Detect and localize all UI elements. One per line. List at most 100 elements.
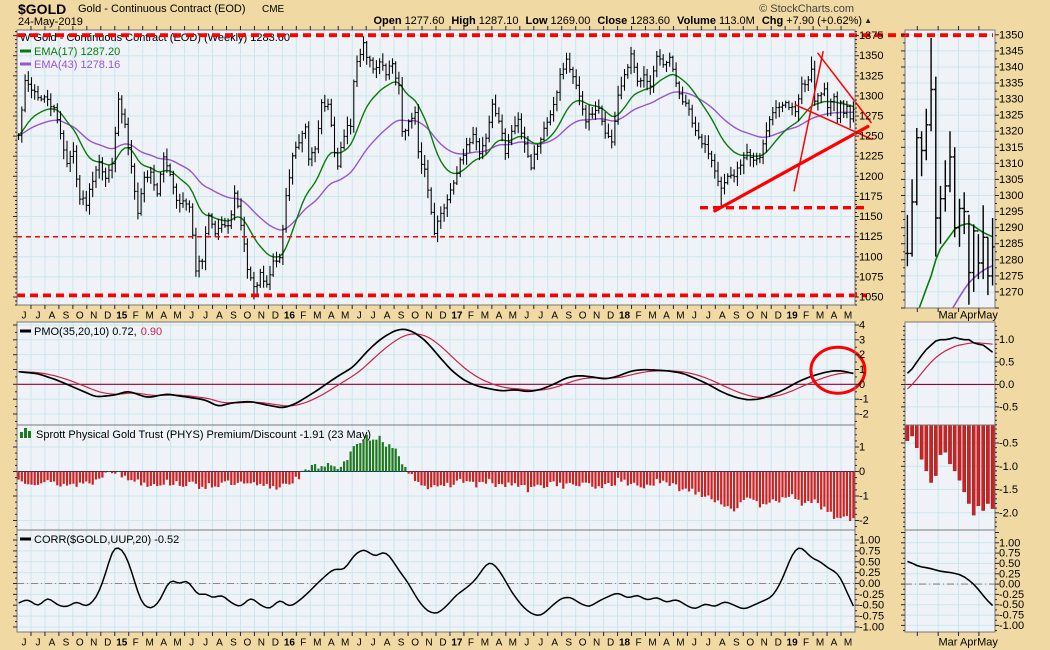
ticker-symbol: $GOLD <box>18 1 67 17</box>
month-label: J <box>203 638 208 649</box>
y-axis-label: 0 <box>859 466 865 478</box>
y-axis-label: 1050 <box>859 292 883 304</box>
month-label: N <box>425 638 432 649</box>
month-label: O <box>244 311 252 322</box>
y-axis-label: 0.5 <box>999 357 1014 369</box>
month-label: M <box>648 638 656 649</box>
month-label: A <box>384 311 391 322</box>
y-axis-label: 1275 <box>999 270 1023 282</box>
month-label: F <box>635 311 641 322</box>
inset-month-label: May <box>977 310 998 322</box>
open-value: 1277.60 <box>404 15 445 27</box>
month-label: D <box>272 638 279 649</box>
y-axis-label: -2 <box>859 409 869 421</box>
month-label: F <box>133 311 139 322</box>
month-label: O <box>746 638 754 649</box>
month-label: A <box>328 638 335 649</box>
close-value: 1283.60 <box>630 15 671 27</box>
ema43-legend: EMA(43) 1278.16 <box>34 59 120 71</box>
y-axis-label: 1305 <box>999 174 1023 186</box>
month-label: A <box>663 638 670 649</box>
y-axis-label: 1150 <box>859 211 883 223</box>
month-label: A <box>160 311 167 322</box>
month-label: S <box>398 311 405 322</box>
panel-bg-corrInset <box>905 530 995 632</box>
month-label: J <box>706 638 711 649</box>
month-label: F <box>300 311 306 322</box>
month-label: A <box>831 311 838 322</box>
month-label: J <box>22 311 27 322</box>
copyright: © StockCharts.com <box>759 3 854 15</box>
high-value: 1287.10 <box>478 15 519 27</box>
y-axis-label: 1335 <box>999 78 1023 90</box>
month-label: M <box>648 311 656 322</box>
month-label: S <box>398 638 405 649</box>
month-label: A <box>328 311 335 322</box>
month-label: J <box>524 311 529 322</box>
month-label: M <box>146 311 154 322</box>
month-label: J <box>692 638 697 649</box>
month-label: 19 <box>787 311 799 322</box>
month-label: N <box>258 311 265 322</box>
corr-legend: CORR($GOLD,UUP,20) -0.52 <box>34 534 179 546</box>
pmo-signal-value: 0.90 <box>141 326 162 338</box>
month-label: N <box>258 638 265 649</box>
y-axis-label: -1.5 <box>999 484 1018 496</box>
month-label: 18 <box>619 311 631 322</box>
y-axis-label: 1315 <box>999 142 1023 154</box>
month-label: A <box>216 638 223 649</box>
y-axis-label: -1.0 <box>999 461 1018 473</box>
y-axis-label: 3 <box>859 334 865 346</box>
month-label: 18 <box>619 638 631 649</box>
month-label: J <box>524 638 529 649</box>
month-label: A <box>496 311 503 322</box>
month-label: F <box>635 638 641 649</box>
y-axis-label: 1350 <box>859 50 883 62</box>
month-label: J <box>706 311 711 322</box>
y-axis-label: 1075 <box>859 271 883 283</box>
month-label: M <box>676 311 684 322</box>
month-label: M <box>509 638 517 649</box>
month-label: N <box>425 311 432 322</box>
month-label: A <box>719 311 726 322</box>
month-label: F <box>133 638 139 649</box>
month-label: F <box>803 638 809 649</box>
month-label: J <box>538 311 543 322</box>
month-label: S <box>63 638 70 649</box>
month-label: S <box>565 311 572 322</box>
month-label: 15 <box>116 638 128 649</box>
y-axis-label: 1175 <box>859 191 883 203</box>
month-label: A <box>551 311 558 322</box>
month-label: J <box>357 638 362 649</box>
month-label: S <box>733 638 740 649</box>
month-label: A <box>551 638 558 649</box>
y-axis-label: 1310 <box>999 158 1023 170</box>
y-axis-label: -2.0 <box>999 507 1018 519</box>
month-label: M <box>509 311 517 322</box>
chart-header: $GOLD Gold - Continuous Contract (EOD) C… <box>0 0 1050 30</box>
y-axis-label: 1280 <box>999 254 1023 266</box>
month-label: D <box>104 638 111 649</box>
month-label: 16 <box>284 311 296 322</box>
month-label: O <box>76 311 84 322</box>
chg-value: +7.90 (+0.62%) <box>786 15 863 27</box>
y-axis-label: 0 <box>859 379 865 391</box>
y-axis-label: 1375 <box>859 30 883 42</box>
month-label: A <box>49 638 56 649</box>
y-axis-label: 1275 <box>859 111 883 123</box>
month-label: D <box>272 311 279 322</box>
month-label: N <box>90 311 97 322</box>
low-value: 1269.00 <box>550 15 591 27</box>
y-axis-label: 1350 <box>999 29 1023 41</box>
y-axis-label: 1225 <box>859 151 883 163</box>
exchange-label: CME <box>262 4 285 15</box>
month-label: J <box>189 311 194 322</box>
month-label: M <box>816 638 824 649</box>
y-axis-label: 1325 <box>999 110 1023 122</box>
inset-month-label: Apr <box>960 637 977 649</box>
month-label: O <box>244 638 252 649</box>
y-axis-label: 1300 <box>859 90 883 102</box>
month-label: 15 <box>116 311 128 322</box>
month-label: O <box>746 311 754 322</box>
up-triangle-icon: ▲ <box>864 16 872 25</box>
